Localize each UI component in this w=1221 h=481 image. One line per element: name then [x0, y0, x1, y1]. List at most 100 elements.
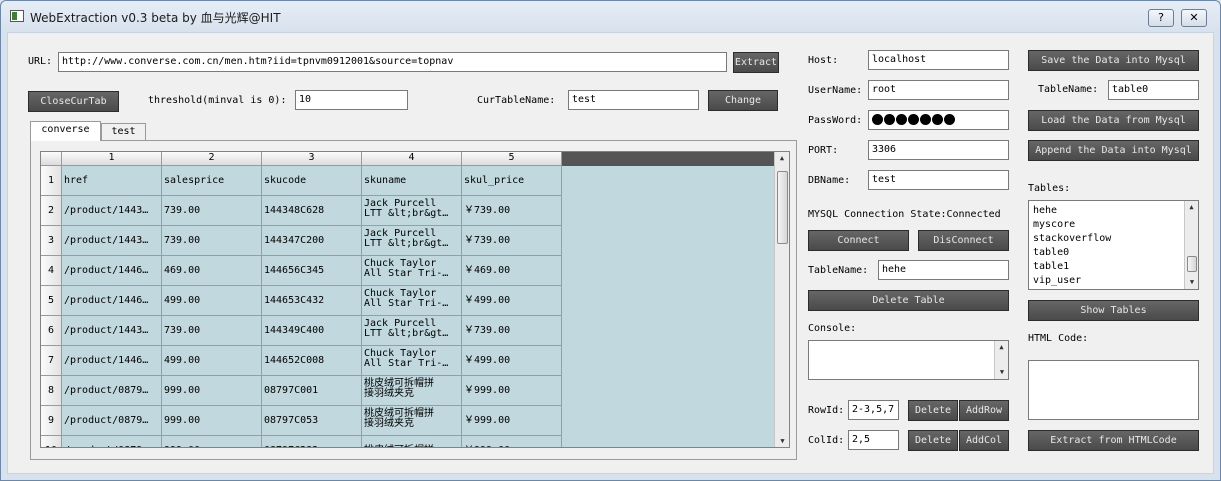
scroll-thumb[interactable] [1187, 256, 1197, 272]
table-cell[interactable]: ￥739.00 [462, 196, 562, 226]
table-cell[interactable]: 144347C200 [262, 226, 362, 256]
table-cell[interactable]: 144656C345 [262, 256, 362, 286]
table-cell[interactable]: ￥739.00 [462, 226, 562, 256]
append-to-mysql-button[interactable]: Append the Data into Mysql [1028, 140, 1199, 161]
cur-table-name-input[interactable]: test [568, 90, 699, 110]
help-button[interactable]: ? [1148, 9, 1174, 27]
disconnect-button[interactable]: DisConnect [918, 230, 1009, 251]
table-cell[interactable]: href [62, 166, 162, 196]
html-code-input[interactable] [1028, 360, 1199, 420]
table-cell[interactable]: salesprice [162, 166, 262, 196]
tab-test[interactable]: test [101, 123, 146, 141]
table-cell[interactable]: 999.00 [162, 376, 262, 406]
row-header[interactable]: 9 [41, 406, 62, 436]
delete-col-button[interactable]: Delete [908, 430, 958, 451]
table-cell[interactable]: ￥499.00 [462, 286, 562, 316]
scroll-up-icon[interactable]: ▲ [1185, 201, 1198, 213]
table-cell[interactable]: Chuck Taylor All Star Tri-… [362, 286, 462, 316]
close-window-button[interactable]: ✕ [1181, 9, 1207, 27]
connect-button[interactable]: Connect [808, 230, 909, 251]
table-cell[interactable]: 499.00 [162, 346, 262, 376]
table-cell[interactable]: ￥999.00 [462, 376, 562, 406]
list-item[interactable]: vip_user [1029, 274, 1198, 288]
table-cell[interactable]: 08797C283 [262, 436, 362, 447]
table-cell[interactable]: Jack Purcell LTT &lt;br&gt… [362, 196, 462, 226]
extract-button[interactable]: Extract [733, 52, 779, 73]
row-header[interactable]: 8 [41, 376, 62, 406]
list-item[interactable]: hehe [1029, 204, 1198, 218]
table-cell[interactable]: 桃皮绒可拆帽拼 [362, 436, 462, 447]
table-cell[interactable]: 桃皮绒可拆帽拼 接羽绒夹克 [362, 406, 462, 436]
change-button[interactable]: Change [708, 90, 778, 111]
table-cell[interactable]: ￥499.00 [462, 346, 562, 376]
table-cell[interactable]: 08797C053 [262, 406, 362, 436]
scroll-down-icon[interactable]: ▼ [995, 366, 1009, 378]
table-cell[interactable]: 499.00 [162, 286, 262, 316]
row-header[interactable]: 6 [41, 316, 62, 346]
table-cell[interactable]: /product/1443… [62, 196, 162, 226]
table-cell[interactable]: /product/0879… [62, 376, 162, 406]
table-cell[interactable]: /product/0879… [62, 436, 162, 447]
column-header[interactable]: 1 [62, 152, 162, 166]
table-cell[interactable]: ￥999.00 [462, 436, 562, 447]
row-header[interactable]: 3 [41, 226, 62, 256]
table-cell[interactable]: skul_price [462, 166, 562, 196]
port-input[interactable]: 3306 [868, 140, 1009, 160]
delete-table-button[interactable]: Delete Table [808, 290, 1009, 311]
column-header[interactable]: 2 [162, 152, 262, 166]
table-cell[interactable]: 999.00 [162, 406, 262, 436]
tablename-input[interactable]: hehe [878, 260, 1009, 280]
table-cell[interactable]: 144349C400 [262, 316, 362, 346]
colid-input[interactable]: 2,5 [848, 430, 899, 450]
table-cell[interactable]: /product/0879… [62, 406, 162, 436]
console-scrollbar[interactable]: ▲ ▼ [994, 341, 1008, 379]
table-cell[interactable]: ￥469.00 [462, 256, 562, 286]
tables-list[interactable]: hehe myscore stackoverflow table0 table1… [1028, 200, 1199, 290]
scroll-up-icon[interactable]: ▲ [775, 152, 789, 164]
threshold-input[interactable]: 10 [295, 90, 408, 110]
list-item[interactable]: table1 [1029, 260, 1198, 274]
table-cell[interactable]: /product/1443… [62, 316, 162, 346]
scroll-thumb[interactable] [777, 171, 788, 244]
table-cell[interactable]: 144652C008 [262, 346, 362, 376]
save-to-mysql-button[interactable]: Save the Data into Mysql [1028, 50, 1199, 71]
tables-scrollbar[interactable]: ▲ ▼ [1184, 201, 1198, 289]
table-cell[interactable]: /product/1446… [62, 286, 162, 316]
row-header[interactable]: 7 [41, 346, 62, 376]
table-cell[interactable]: skuname [362, 166, 462, 196]
column-header[interactable]: 5 [462, 152, 562, 166]
list-item[interactable]: table0 [1029, 246, 1198, 260]
table-cell[interactable]: skucode [262, 166, 362, 196]
scroll-down-icon[interactable]: ▼ [1185, 276, 1199, 288]
tab-converse[interactable]: converse [30, 121, 101, 141]
table-cell[interactable]: 739.00 [162, 196, 262, 226]
table-cell[interactable]: 739.00 [162, 316, 262, 346]
list-item[interactable]: myscore [1029, 218, 1198, 232]
url-input[interactable]: http://www.converse.com.cn/men.htm?iid=t… [58, 52, 727, 72]
table-cell[interactable]: Jack Purcell LTT &lt;br&gt… [362, 226, 462, 256]
show-tables-button[interactable]: Show Tables [1028, 300, 1199, 321]
table-cell[interactable]: /product/1446… [62, 346, 162, 376]
close-cur-tab-button[interactable]: CloseCurTab [28, 91, 119, 112]
password-input[interactable] [868, 110, 1009, 130]
row-header[interactable]: 1 [41, 166, 62, 196]
load-from-mysql-button[interactable]: Load the Data from Mysql [1028, 110, 1199, 131]
column-header[interactable]: 3 [262, 152, 362, 166]
row-header[interactable]: 2 [41, 196, 62, 226]
table-cell[interactable]: Jack Purcell LTT &lt;br&gt… [362, 316, 462, 346]
host-input[interactable]: localhost [868, 50, 1009, 70]
table-cell[interactable]: Chuck Taylor All Star Tri-… [362, 346, 462, 376]
scroll-up-icon[interactable]: ▲ [995, 341, 1008, 353]
row-header[interactable]: 10 [41, 436, 62, 447]
add-row-button[interactable]: AddRow [959, 400, 1009, 421]
rowid-input[interactable]: 2-3,5,7 [848, 400, 899, 420]
console-output[interactable]: ▲ ▼ [808, 340, 1009, 380]
row-header[interactable]: 4 [41, 256, 62, 286]
table-cell[interactable]: 739.00 [162, 226, 262, 256]
table-cell[interactable]: /product/1446… [62, 256, 162, 286]
column-header[interactable]: 4 [362, 152, 462, 166]
table-cell[interactable]: ￥999.00 [462, 406, 562, 436]
dbname-input[interactable]: test [868, 170, 1009, 190]
delete-row-button[interactable]: Delete [908, 400, 958, 421]
table-cell[interactable]: 08797C001 [262, 376, 362, 406]
